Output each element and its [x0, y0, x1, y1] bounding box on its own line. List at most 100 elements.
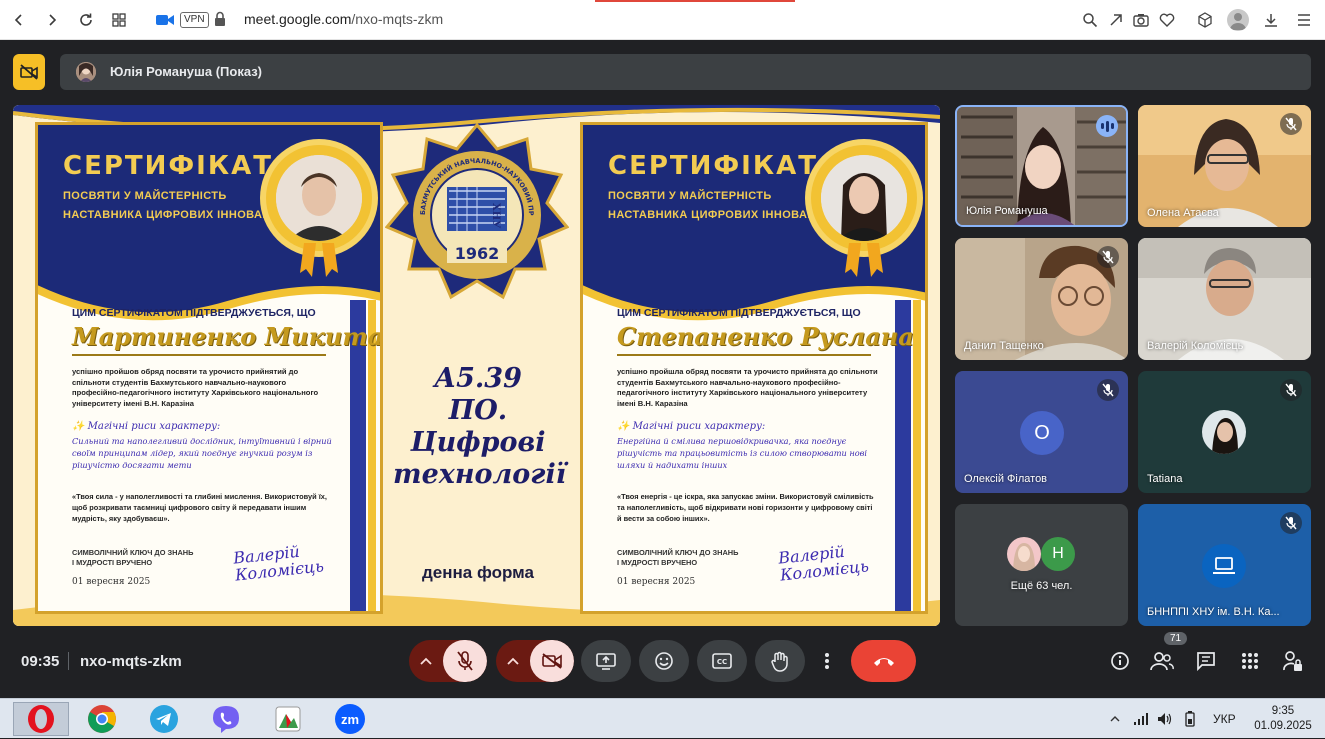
camera-off-indicator-button[interactable]	[13, 54, 45, 90]
download-icon[interactable]	[1261, 10, 1281, 30]
magic-traits-title: ✨ Магічні риси характеру:	[72, 421, 221, 432]
group-specialty-line1: Цифрові	[410, 427, 546, 458]
menu-icon[interactable]	[1294, 10, 1314, 30]
certificate-subtitle-line2: НАСТАВНИКА ЦИФРОВИХ ІННОВАЦІЙ	[608, 209, 828, 221]
certificate-wave	[38, 285, 380, 375]
certificate-subtitle-line2: НАСТАВНИКА ЦИФРОВИХ ІННОВАЦІЙ	[63, 209, 283, 221]
network-signal-icon[interactable]	[1133, 699, 1149, 739]
viber-icon[interactable]	[201, 702, 251, 736]
participant-tile[interactable]: Tatiana	[1138, 371, 1311, 493]
tray-expand-icon[interactable]	[1110, 699, 1120, 739]
participant-tile[interactable]: Валерій Коломієць	[1138, 238, 1311, 360]
audio-options-chevron-icon[interactable]	[409, 640, 443, 682]
group-specialty-line2: технології	[393, 459, 567, 490]
participant-tile[interactable]: БННППІ ХНУ ім. В.Н. Ка...	[1138, 504, 1311, 626]
participant-avatar	[1202, 544, 1246, 588]
study-form: денна форма	[422, 563, 534, 582]
symbolic-key-text: СИМВОЛІЧНИЙ КЛЮЧ ДО ЗНАНЬ І МУДРОСТІ ВРУ…	[72, 548, 193, 568]
battery-icon[interactable]	[1183, 699, 1197, 739]
extensions-cube-icon[interactable]	[1195, 10, 1215, 30]
certificate-confirm-text: ЦИМ СЕРТИФІКАТОМ ПІДТВЕРДЖУЄТЬСЯ, ЩО	[617, 307, 861, 319]
forward-icon[interactable]	[41, 9, 63, 31]
student-photo	[821, 155, 907, 241]
raise-hand-button[interactable]	[755, 640, 805, 682]
meeting-info-button[interactable]	[1107, 648, 1133, 674]
mic-off-icon	[457, 651, 473, 671]
mic-off-icon	[1280, 113, 1302, 135]
host-controls-button[interactable]	[1280, 648, 1306, 674]
opera-icon[interactable]	[13, 702, 69, 736]
certificate-subtitle-line1: ПОСВЯТИ У МАЙСТЕРНІСТЬ	[608, 190, 772, 202]
shared-screen[interactable]: СЕРТИФІКАТ ПОСВЯТИ У МАЙСТЕРНІСТЬ НАСТАВ…	[13, 105, 940, 626]
system-clock[interactable]: 9:35 01.09.2025	[1252, 704, 1314, 734]
profile-avatar-icon[interactable]	[1227, 9, 1249, 31]
presenter-avatar	[76, 62, 96, 82]
people-button[interactable]	[1149, 648, 1175, 674]
more-participants-tile[interactable]: Н Ещё 63 чел.	[955, 504, 1128, 626]
magic-traits-title-text: Магічні риси характеру:	[87, 421, 221, 432]
heart-icon[interactable]	[1157, 10, 1177, 30]
present-screen-button[interactable]	[581, 640, 631, 682]
symbolic-key-text: СИМВОЛІЧНИЙ КЛЮЧ ДО ЗНАНЬ І МУДРОСТІ ВРУ…	[617, 548, 738, 568]
student-name: Степаненко Руслана	[617, 322, 914, 351]
student-name: Мартиненко Микита	[72, 322, 383, 351]
certificate-title: СЕРТИФІКАТ	[608, 151, 818, 181]
send-arrow-icon[interactable]	[1106, 10, 1126, 30]
participant-avatar	[1007, 537, 1041, 571]
svg-text:CC: CC	[717, 658, 727, 666]
url-path: /nxo-mqts-zkm	[351, 11, 444, 27]
camera-toggle-button[interactable]	[530, 640, 574, 682]
tabs-grid-icon[interactable]	[108, 9, 130, 31]
keyboard-language[interactable]: УКР	[1213, 699, 1236, 739]
snapshot-camera-icon[interactable]	[1131, 10, 1151, 30]
meeting-clock: 09:35	[21, 653, 60, 670]
magic-traits-title-text: Магічні риси характеру:	[632, 421, 766, 432]
certificate-quote: «Твоя енергія - це іскра, яка запускає з…	[617, 492, 874, 523]
reactions-button[interactable]	[639, 640, 689, 682]
more-participants-label: Ещё 63 чел.	[1010, 580, 1073, 592]
lock-icon[interactable]	[214, 11, 226, 32]
video-options-chevron-icon[interactable]	[496, 640, 530, 682]
people-count-badge: 71	[1164, 632, 1188, 645]
vpn-badge[interactable]: VPN	[180, 12, 209, 28]
institute-seal-logo: ХНУ 1962 БАХМУТСЬКИЙ НАВЧАЛЬНО-НАУКОВИЙ …	[385, 123, 569, 300]
end-call-button[interactable]	[851, 640, 916, 682]
signature: Валерій Коломієць	[232, 540, 324, 585]
student-photo-frame	[811, 145, 917, 251]
microphone-toggle-button[interactable]	[443, 640, 487, 682]
speaking-indicator-icon	[1096, 115, 1118, 137]
presenter-label: Юлія Романуша (Показ)	[110, 64, 263, 79]
telegram-icon[interactable]	[139, 702, 189, 736]
chrome-icon[interactable]	[77, 702, 127, 736]
camera-control	[496, 640, 574, 682]
presenter-bar: Юлія Романуша (Показ)	[60, 54, 1311, 90]
windows-taskbar: zm УКР 9:35 01.09.2025	[0, 698, 1325, 738]
search-icon[interactable]	[1080, 10, 1100, 30]
chat-button[interactable]	[1193, 648, 1219, 674]
mic-off-icon	[1097, 246, 1119, 268]
back-icon[interactable]	[8, 9, 30, 31]
url-host: meet.google.com	[244, 11, 352, 27]
photos-icon[interactable]	[263, 702, 313, 736]
participant-name: Tatiana	[1147, 473, 1183, 485]
participant-name: Олексій Філатов	[964, 473, 1048, 485]
participant-tile[interactable]: О Олексій Філатов	[955, 371, 1128, 493]
participant-tile[interactable]: Юлія Романуша	[955, 105, 1128, 227]
symbolic-key-line1: СИМВОЛІЧНИЙ КЛЮЧ ДО ЗНАНЬ	[72, 548, 194, 557]
participant-tile[interactable]: Данил Тащенко	[955, 238, 1128, 360]
certificate-right: СЕРТИФІКАТ ПОСВЯТИ У МАЙСТЕРНІСТЬ НАСТАВ…	[580, 122, 928, 614]
raise-hand-icon	[771, 651, 788, 672]
divider	[68, 652, 69, 670]
activities-button[interactable]	[1237, 648, 1263, 674]
more-options-button[interactable]	[814, 640, 840, 682]
captions-button[interactable]: CC	[697, 640, 747, 682]
certificate-subtitle: ПОСВЯТИ У МАЙСТЕРНІСТЬ НАСТАВНИКА ЦИФРОВ…	[608, 187, 828, 225]
participant-avatar: О	[1020, 411, 1064, 455]
camera-off-icon	[542, 653, 562, 669]
address-bar[interactable]: meet.google.com/nxo-mqts-zkm	[244, 11, 443, 27]
volume-icon[interactable]	[1157, 699, 1173, 739]
participant-name: Олена Атаєва	[1147, 207, 1219, 219]
zoom-icon[interactable]: zm	[325, 702, 375, 736]
reload-icon[interactable]	[75, 9, 97, 31]
participant-tile[interactable]: Олена Атаєва	[1138, 105, 1311, 227]
